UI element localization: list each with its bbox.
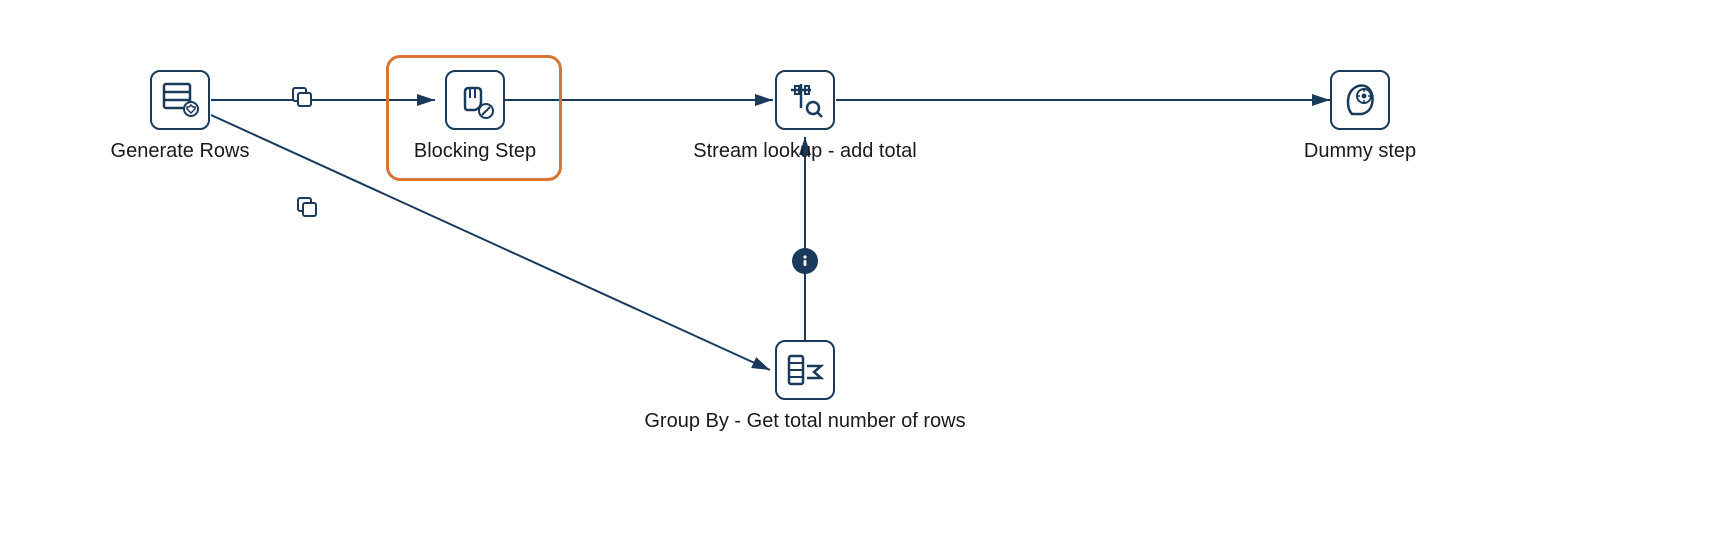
copy-distribute-icon: [290, 85, 314, 109]
node-dummy-step[interactable]: Dummy step: [1300, 70, 1420, 163]
node-generate-rows[interactable]: Generate Rows: [120, 70, 240, 163]
stream-lookup-icon: [775, 70, 835, 130]
node-blocking-step[interactable]: Blocking Step: [415, 70, 535, 163]
node-label: Blocking Step: [414, 140, 536, 163]
node-label: Generate Rows: [111, 140, 250, 163]
node-group-by[interactable]: Group By - Get total number of rows: [635, 340, 975, 433]
info-icon: [792, 248, 818, 274]
group-by-icon: [775, 340, 835, 400]
node-label: Dummy step: [1304, 140, 1416, 163]
copy-distribute-icon: [295, 195, 319, 219]
node-label: Stream lookup - add total: [693, 140, 916, 163]
node-stream-lookup[interactable]: Stream lookup - add total: [680, 70, 930, 163]
blocking-step-icon: [445, 70, 505, 130]
dummy-step-icon: [1330, 70, 1390, 130]
node-label: Group By - Get total number of rows: [644, 410, 965, 433]
generate-rows-icon: [150, 70, 210, 130]
